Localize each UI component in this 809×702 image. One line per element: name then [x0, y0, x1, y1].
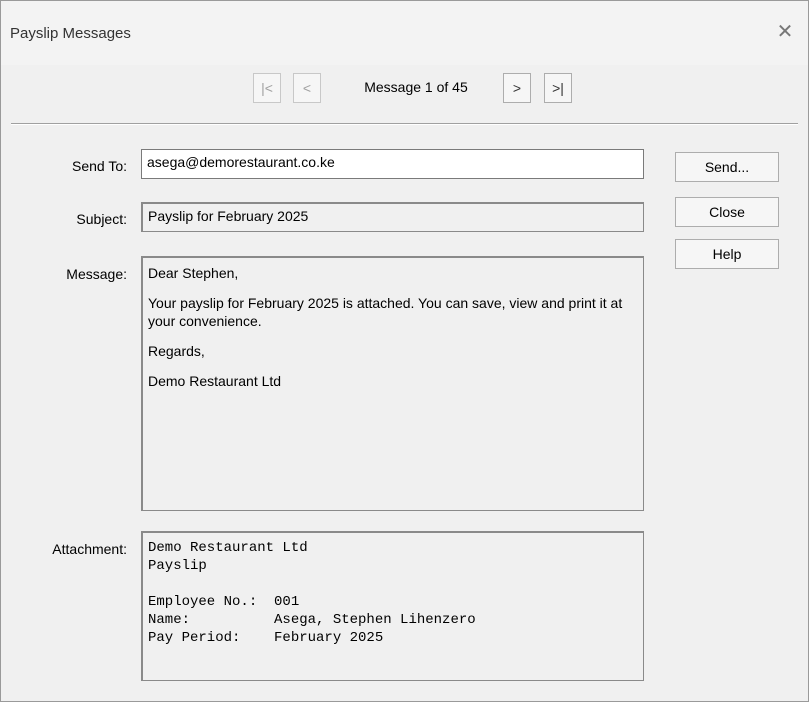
message-counter: Message 1 of 45	[364, 79, 468, 95]
message-line: Your payslip for February 2025 is attach…	[148, 295, 623, 329]
send-to-label: Send To:	[71, 158, 127, 174]
attachment-line	[148, 575, 638, 593]
message-line: Dear Stephen,	[148, 265, 239, 281]
attachment-line: Name: Asega, Stephen Lihenzero	[148, 612, 476, 628]
divider	[11, 123, 798, 125]
send-to-input[interactable]: asega@demorestaurant.co.ke	[141, 149, 644, 179]
message-line: Regards,	[148, 343, 205, 359]
attachment-line: Demo Restaurant Ltd	[148, 540, 308, 556]
attachment-preview[interactable]: Demo Restaurant Ltd Payslip Employee No.: …	[141, 531, 644, 681]
message-body[interactable]: Dear Stephen, Your payslip for February …	[141, 256, 644, 511]
send-button[interactable]: Send...	[675, 152, 779, 182]
next-message-button[interactable]: >	[503, 73, 531, 103]
title-bar: Payslip Messages ✕	[1, 1, 808, 65]
subject-field: Payslip for February 2025	[141, 202, 644, 232]
attachment-line: Pay Period: February 2025	[148, 630, 384, 646]
subject-label: Subject:	[76, 211, 127, 227]
close-icon[interactable]: ✕	[774, 21, 796, 43]
window-title: Payslip Messages	[10, 25, 131, 42]
close-button[interactable]: Close	[675, 197, 779, 227]
attachment-label: Attachment:	[52, 541, 127, 557]
payslip-messages-dialog: Payslip Messages ✕ |< < Message 1 of 45 …	[0, 0, 809, 702]
first-message-button[interactable]: |<	[253, 73, 281, 103]
attachment-line: Payslip	[148, 558, 207, 574]
message-label: Message:	[66, 266, 127, 282]
help-button[interactable]: Help	[675, 239, 779, 269]
last-message-button[interactable]: >|	[544, 73, 572, 103]
message-line: Demo Restaurant Ltd	[148, 373, 282, 389]
attachment-line: Employee No.: 001	[148, 594, 300, 610]
previous-message-button[interactable]: <	[293, 73, 321, 103]
